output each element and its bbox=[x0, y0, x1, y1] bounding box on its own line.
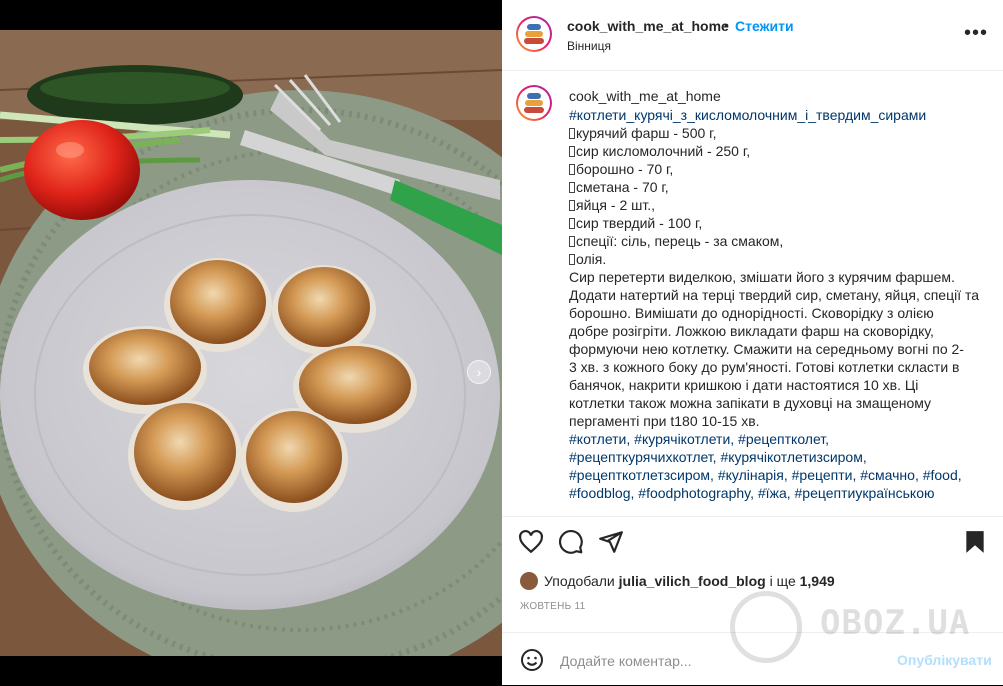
ingredient-line: спеції: сіль, перець - за смаком, bbox=[569, 232, 989, 250]
avatar[interactable] bbox=[516, 16, 552, 52]
next-arrow-icon[interactable]: › bbox=[467, 360, 491, 384]
hashtag-line[interactable]: #foodblog, #foodphotography, #їжа, #реце… bbox=[569, 484, 989, 502]
hashtag-line[interactable]: #котлети, #курячікотлети, #рецептколет, bbox=[569, 430, 989, 448]
share-icon[interactable] bbox=[598, 529, 624, 555]
method-line: борошно. Вимішати до однорідності. Сково… bbox=[569, 305, 934, 321]
method-line: Сир перетерти виделкою, змішати його з к… bbox=[569, 269, 955, 285]
follow-button[interactable]: Стежити bbox=[735, 18, 794, 34]
post-date: ЖОВТЕНЬ 11 bbox=[520, 601, 586, 612]
emoji-icon[interactable] bbox=[520, 648, 544, 672]
globe-icon bbox=[730, 591, 802, 663]
liker-avatar[interactable] bbox=[520, 572, 538, 590]
header-username[interactable]: cook_with_me_at_home bbox=[567, 18, 729, 34]
avatar[interactable] bbox=[516, 85, 552, 121]
caption-text: #котлети_курячі_з_кисломолочним_і_тверди… bbox=[569, 106, 989, 502]
likes-prefix: Уподобали bbox=[544, 573, 615, 589]
ingredient-line: сметана - 70 г, bbox=[569, 178, 989, 196]
post-header: cook_with_me_at_home • Стежити Вінниця •… bbox=[502, 0, 1003, 71]
heart-icon[interactable] bbox=[518, 529, 544, 555]
ingredient-line: курячий фарш - 500 г, bbox=[569, 124, 989, 142]
ingredient-line: сир кисломолочний - 250 г, bbox=[569, 142, 989, 160]
method-line: Додати натертий на терці твердий сир, см… bbox=[569, 287, 980, 303]
ingredient-line: борошно - 70 г, bbox=[569, 160, 989, 178]
ingredient-line: сир твердий - 100 г, bbox=[569, 214, 989, 232]
comment-icon[interactable] bbox=[558, 529, 584, 555]
caption-username[interactable]: cook_with_me_at_home bbox=[569, 88, 721, 104]
ingredient-line: олія. bbox=[569, 250, 989, 268]
method-line: 3 хв. з кожного боку до рум'яності. Гото… bbox=[569, 359, 960, 375]
method-line: банячок, накрити кришкою і дати настояти… bbox=[569, 377, 919, 393]
hashtag-link[interactable]: #котлети_курячі_з_кисломолочним_і_тверди… bbox=[569, 107, 926, 123]
post-photo[interactable]: › bbox=[0, 30, 502, 656]
hashtag-line[interactable]: #рецепткотлетзсиром, #кулінарія, #рецепт… bbox=[569, 466, 989, 484]
ingredient-line: яйця - 2 шт., bbox=[569, 196, 989, 214]
method-line: котлетки також можна запікати в духовці … bbox=[569, 395, 932, 411]
hashtag-line[interactable]: #рецепткурячихкотлет, #курячікотлетизсир… bbox=[569, 448, 989, 466]
action-bar bbox=[502, 516, 1003, 567]
location-link[interactable]: Вінниця bbox=[567, 39, 611, 53]
watermark-text: OBOZ.UA bbox=[820, 603, 971, 643]
caption: cook_with_me_at_home #котлети_курячі_з_к… bbox=[502, 71, 1003, 516]
oboz-watermark: OBOZ.UA bbox=[722, 585, 992, 665]
bookmark-icon[interactable] bbox=[962, 529, 988, 555]
more-icon[interactable]: ••• bbox=[964, 22, 988, 45]
method-line: формуючи нею котлетку. Смажити на середн… bbox=[569, 341, 964, 357]
cutlets-photo bbox=[0, 30, 502, 656]
method-line: пергаменті при t180 10-15 хв. bbox=[569, 413, 760, 429]
method-line: добре розігріти. Ложкою викладати фарш н… bbox=[569, 323, 934, 339]
post-panel: cook_with_me_at_home • Стежити Вінниця •… bbox=[502, 0, 1003, 685]
separator-dot: • bbox=[724, 17, 729, 33]
